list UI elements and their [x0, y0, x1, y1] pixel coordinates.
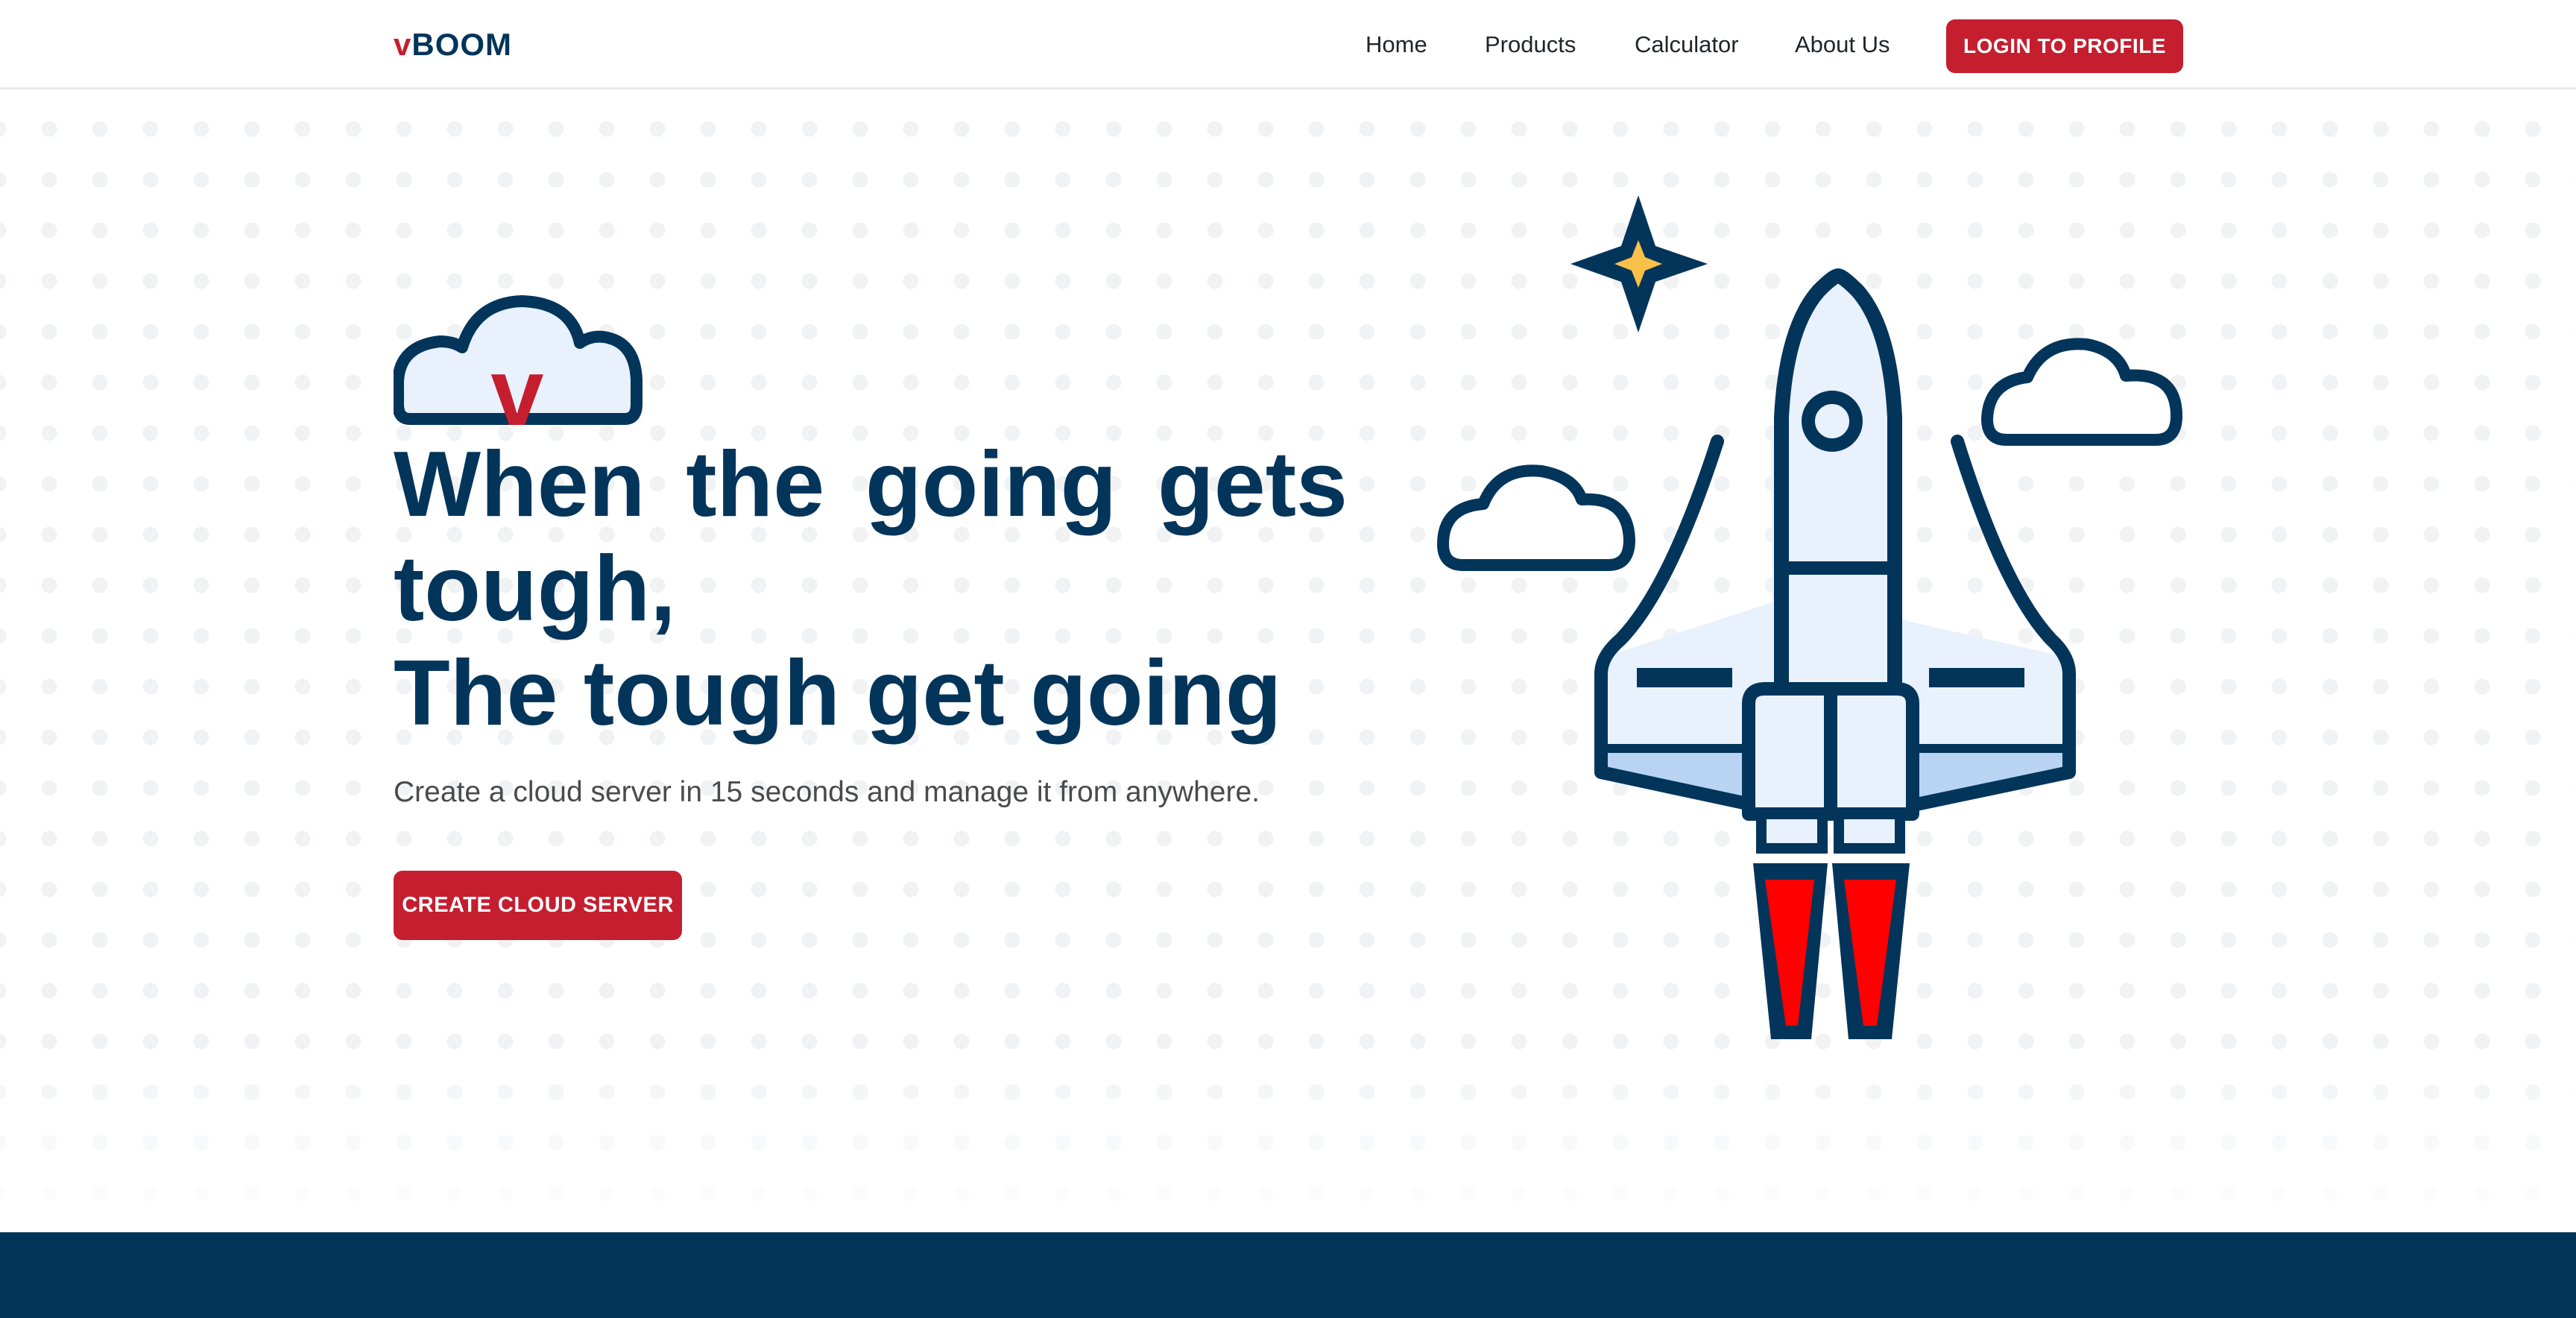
hero-headline-line-3: The tough get going — [394, 642, 1282, 745]
nav-link-calculator[interactable]: Calculator — [1635, 28, 1739, 61]
cloud-icon — [1437, 464, 1635, 571]
footer-band — [0, 1232, 2576, 1318]
create-cloud-server-button[interactable]: CREATE CLOUD SERVER — [394, 871, 682, 940]
rocket-illustration — [1437, 195, 2182, 1039]
nav-link-about-us[interactable]: About Us — [1795, 28, 1890, 61]
hero-background-fade — [0, 1038, 2576, 1232]
hero-subtitle: Create a cloud server in 15 seconds and … — [394, 776, 1260, 808]
top-navbar: vBOOM Home Products Calculator About Us … — [0, 0, 2576, 89]
login-to-profile-button[interactable]: LOGIN TO PROFILE — [1946, 19, 2183, 73]
brand-logo[interactable]: vBOOM — [394, 25, 512, 64]
brand-logo-prefix: v — [394, 27, 412, 62]
cloud-icon — [1981, 338, 2182, 446]
nav-link-home[interactable]: Home — [1366, 28, 1427, 61]
star-icon — [1570, 195, 1708, 332]
cloud-v-letter: v — [490, 339, 543, 429]
hero-headline-line-1: When the going gets — [394, 433, 1348, 536]
nav-link-products[interactable]: Products — [1485, 28, 1576, 61]
hero-headline-line-2: tough, — [394, 537, 676, 640]
brand-logo-name: BOOM — [411, 27, 513, 62]
cloud-v-logo-icon: v — [394, 295, 643, 429]
